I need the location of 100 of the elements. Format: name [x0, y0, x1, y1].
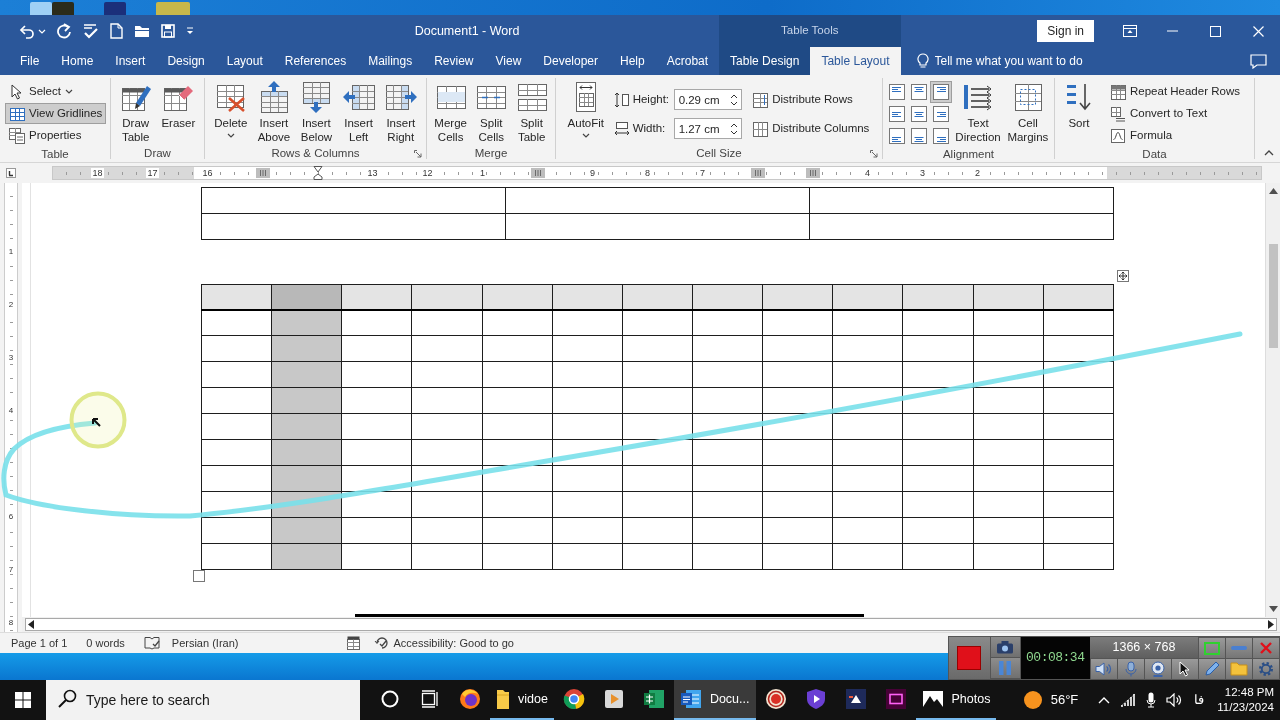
close-button[interactable]	[1252, 637, 1279, 658]
align-lines-icon	[910, 84, 927, 100]
ribbon-tab[interactable]: Home	[50, 47, 105, 75]
column-marker-icon[interactable]	[805, 168, 820, 178]
page-count[interactable]: Page 1 of 1	[11, 634, 68, 652]
chevron-up-icon	[1098, 696, 1111, 704]
input-language-button[interactable]: فا	[1189, 680, 1210, 720]
ribbon-tab[interactable]: Table Layout	[810, 47, 901, 75]
ribbon-tab[interactable]: Help	[609, 47, 656, 75]
task-view-icon	[420, 690, 440, 708]
eraser-button[interactable]: Eraser	[158, 78, 199, 144]
record-icon	[764, 688, 787, 710]
circle-icon	[380, 689, 400, 709]
ruler-number: 6	[8, 512, 14, 521]
insert-left-button[interactable]: Insert Left	[339, 78, 378, 144]
merge-cells-button[interactable]: Merge Cells	[431, 78, 470, 144]
table-move-handle-icon[interactable]	[1117, 270, 1129, 282]
dialog-launcher-icon[interactable]	[870, 149, 878, 158]
select-button[interactable]: Select	[5, 81, 107, 102]
indent-marker-icon[interactable]	[312, 166, 323, 180]
ribbon-tab[interactable]: References	[273, 47, 358, 75]
table-grid-icon	[9, 105, 25, 122]
ribbon-tab[interactable]: Developer	[532, 47, 609, 75]
table-text-icon	[1110, 105, 1126, 122]
region-button[interactable]	[1198, 637, 1225, 658]
pencil-icon	[1204, 661, 1220, 677]
autofit-button[interactable]: AutoFit	[564, 78, 608, 144]
taskbar-app[interactable]: vidoe	[490, 680, 554, 720]
folder-icon	[1230, 662, 1248, 676]
taskbar-app[interactable]: Docu...	[673, 680, 756, 720]
sun-icon	[1022, 690, 1043, 710]
vertical-scrollbar[interactable]	[1265, 183, 1280, 617]
book-check-icon[interactable]	[143, 636, 160, 650]
ruler-number: 3	[8, 353, 14, 362]
column-marker-icon[interactable]	[255, 168, 270, 178]
convert-to-text-button[interactable]: Convert to Text	[1106, 103, 1244, 124]
stop-button[interactable]	[949, 637, 991, 679]
screenshot-button[interactable]	[990, 637, 1020, 658]
ruler-number: 7	[699, 168, 706, 178]
row-height-icon	[613, 91, 630, 108]
webcam-button[interactable]	[1144, 658, 1171, 679]
insert-right-button[interactable]: Insert Right	[381, 78, 420, 144]
split-table-button[interactable]: Split Table	[512, 78, 551, 144]
left-arrow-icon[interactable]	[28, 620, 34, 629]
word-count[interactable]: 0 words	[86, 634, 125, 652]
text-direction-button[interactable]: Text Direction	[952, 78, 1004, 144]
audio-button[interactable]	[1090, 658, 1117, 679]
dialog-launcher-icon[interactable]	[414, 149, 422, 158]
insert-above-button[interactable]: Insert Above	[254, 78, 294, 144]
column-marker-icon[interactable]	[750, 168, 765, 178]
formula-button[interactable]: Formula	[1106, 125, 1244, 146]
ribbon-tab[interactable]: Mailings	[357, 47, 424, 75]
cell-margins-button[interactable]: Cell Margins	[1004, 78, 1052, 144]
weather-button[interactable]: 56°F	[1017, 680, 1084, 720]
ribbon-tab[interactable]: Acrobat	[655, 47, 720, 75]
scroll-thumb[interactable]	[1268, 244, 1278, 348]
tab-stop-icon[interactable]	[6, 168, 16, 178]
distribute-columns-button[interactable]: Distribute Columns	[748, 118, 874, 139]
ribbon-tab[interactable]: Design	[156, 47, 216, 75]
folder-button[interactable]	[1225, 658, 1252, 679]
column-marker-icon[interactable]	[530, 168, 545, 178]
repeat-header-rows-button[interactable]: Repeat Header Rows	[1106, 81, 1244, 102]
ribbon-tab[interactable]: Insert	[104, 47, 157, 75]
up-arrow-icon[interactable]	[1268, 188, 1278, 194]
draw-table-button[interactable]: Draw Table	[116, 78, 155, 144]
stop-square-icon	[957, 646, 982, 670]
cursor-button[interactable]	[1171, 658, 1198, 679]
insert-below-button[interactable]: Insert Below	[297, 78, 336, 144]
down-arrow-icon[interactable]	[1268, 606, 1278, 612]
minimize-button[interactable]	[1225, 637, 1252, 658]
ruler-number: 4	[8, 406, 14, 415]
properties-button[interactable]: Properties	[5, 125, 107, 146]
table-icon[interactable]	[346, 636, 361, 650]
horizontal-scrollbar[interactable]	[25, 618, 1277, 631]
delete-button[interactable]: Delete	[211, 78, 251, 144]
language-label[interactable]: Persian (Iran)	[171, 634, 239, 652]
ribbon-tab[interactable]: File	[9, 47, 51, 75]
sort-button[interactable]: Sort	[1060, 78, 1098, 144]
tell-me-field[interactable]: Tell me what you want to do	[934, 52, 1107, 70]
align-button[interactable]	[929, 81, 952, 103]
search-icon[interactable]	[46, 680, 86, 720]
sign-in-button[interactable]: Sign in	[1037, 20, 1094, 42]
ribbon-tab[interactable]: Table Design	[719, 47, 811, 75]
right-arrow-icon[interactable]	[1268, 620, 1274, 629]
clock-button[interactable]: 12:48 PM 11/23/2024	[1209, 680, 1280, 720]
settings-button[interactable]	[1252, 658, 1279, 679]
ribbon-tab[interactable]: Review	[423, 47, 485, 75]
undo-arrow-icon	[19, 23, 35, 39]
ribbon-tab[interactable]: Layout	[215, 47, 274, 75]
distribute-rows-button[interactable]: Distribute Rows	[748, 89, 874, 110]
table-resize-handle-icon[interactable]	[193, 570, 205, 582]
spreadsheet-icon	[642, 689, 665, 709]
accessibility-status[interactable]: Accessibility: Good to go	[374, 634, 514, 652]
ribbon-tab[interactable]: View	[484, 47, 533, 75]
app-tile-icon	[884, 688, 907, 710]
microphone-icon	[1146, 692, 1157, 708]
view-gridlines-button[interactable]: View Gridlines	[5, 103, 107, 124]
search-field[interactable]: Type here to search	[86, 680, 360, 720]
split-cells-button[interactable]: Split Cells	[472, 78, 511, 144]
chevron-up-icon[interactable]	[1264, 150, 1274, 156]
